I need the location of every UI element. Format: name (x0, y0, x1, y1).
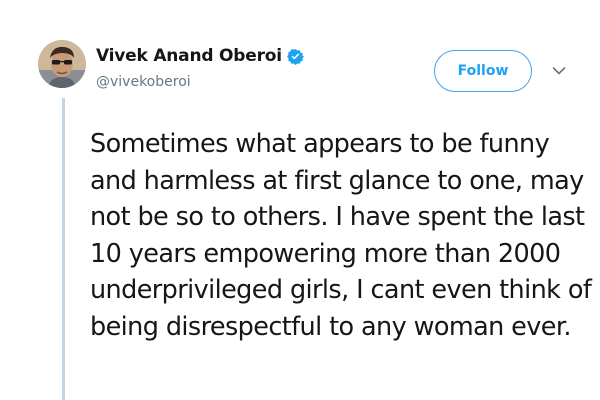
tweet-text-line: 10 years empowering more than 2000 (90, 238, 561, 269)
author-handle[interactable]: @vivekoberoi (96, 74, 191, 90)
follow-button[interactable]: Follow (434, 50, 532, 92)
author-display-name[interactable]: Vivek Anand Oberoi (96, 46, 282, 66)
author-name-row: Vivek Anand Oberoi (96, 46, 304, 66)
tweet-text-line: and harmless at first glance to one, may (90, 165, 584, 196)
avatar[interactable] (38, 40, 86, 88)
tweet-card: Vivek Anand Oberoi @vivekoberoi Follow S… (0, 0, 600, 400)
tweet-text-line: underprivileged girls, I cant even think… (90, 275, 592, 305)
verified-badge-icon (286, 48, 304, 65)
tweet-text-line: not be so to others. I have spent the la… (90, 202, 585, 232)
tweet-text: Sometimes what appears to be funny and h… (90, 126, 592, 345)
tweet-text-line: being disrespectful to any woman ever. (90, 311, 571, 342)
profile-photo-icon (38, 40, 86, 88)
chevron-down-icon[interactable] (552, 66, 566, 76)
tweet-text-line: Sometimes what appears to be funny (90, 129, 550, 159)
thread-line (62, 98, 65, 400)
